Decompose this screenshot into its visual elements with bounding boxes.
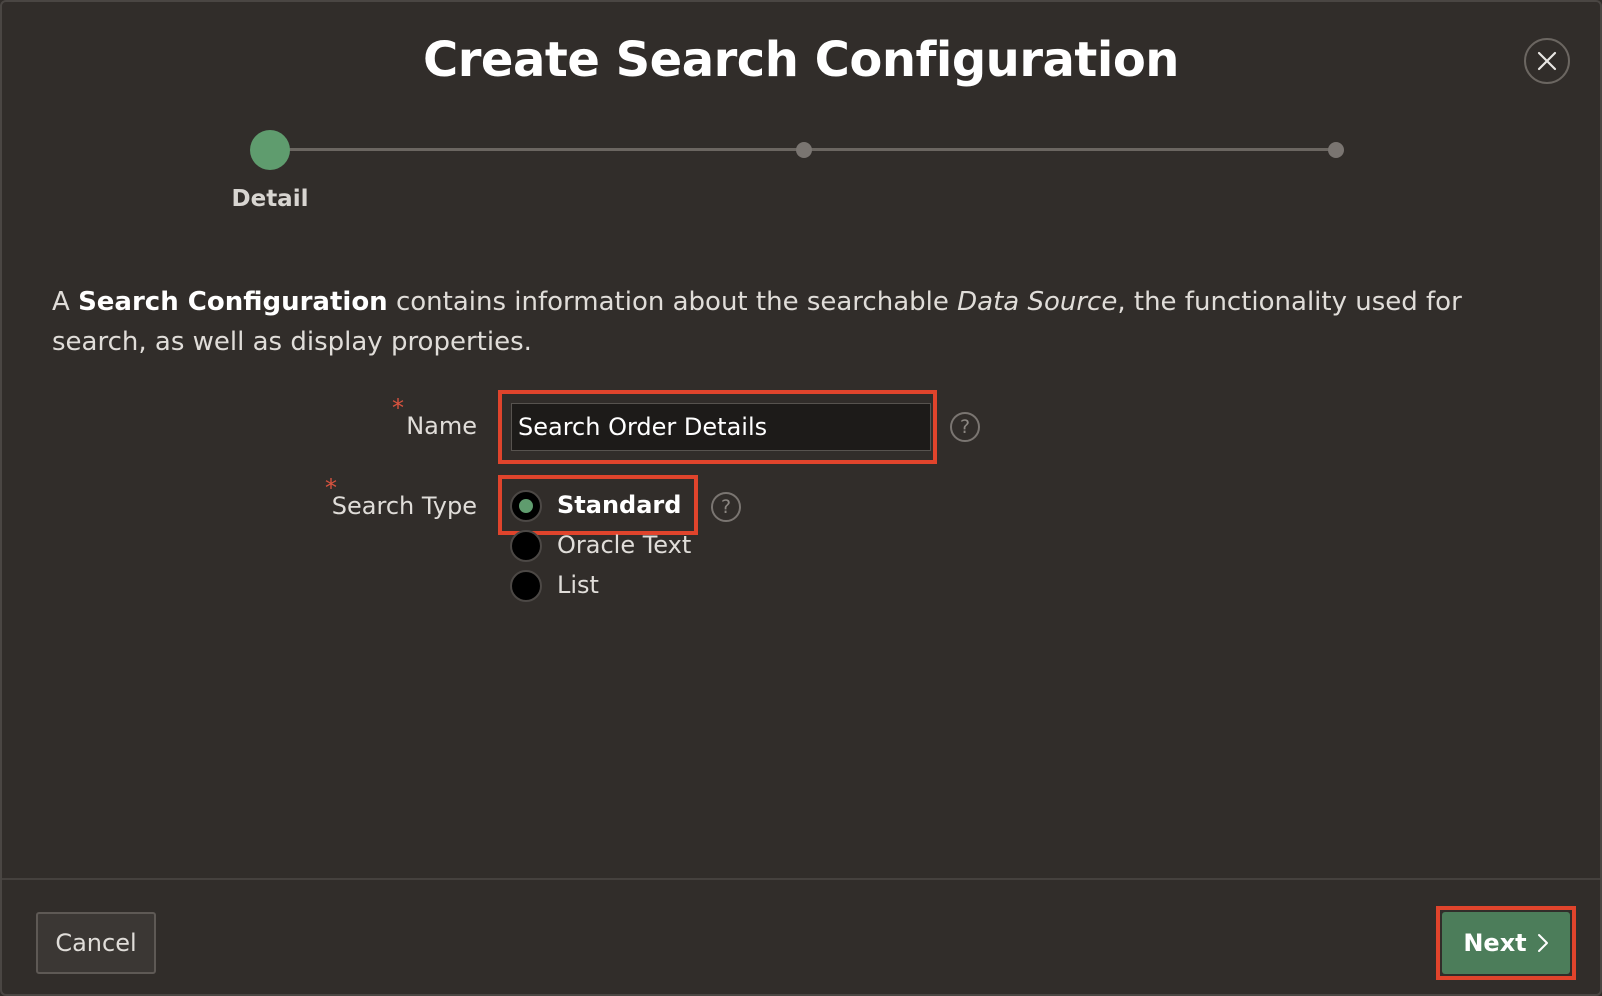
wizard-step-2: [796, 142, 812, 158]
radio-oracle-text[interactable]: [510, 530, 542, 562]
description-part: A: [52, 287, 79, 317]
create-search-configuration-dialog: Create Search Configuration Detail A Sea…: [0, 0, 1602, 996]
chevron-right-icon: [1537, 934, 1548, 952]
next-button-label: Next: [1463, 929, 1527, 957]
description-italic: Data Source: [957, 287, 1118, 317]
dialog-title: Create Search Configuration: [423, 32, 1179, 88]
radio-list-label[interactable]: List: [557, 571, 599, 599]
footer-divider: [2, 878, 1600, 880]
name-label: Name: [406, 412, 477, 440]
name-help-icon[interactable]: ?: [950, 412, 980, 442]
description-part: contains information about the searchabl…: [387, 287, 958, 317]
radio-oracle-text-label[interactable]: Oracle Text: [557, 531, 691, 559]
search-type-help-icon[interactable]: ?: [711, 492, 741, 522]
wizard-step-detail: [250, 130, 290, 170]
wizard-progress: Detail: [2, 128, 1602, 228]
name-input[interactable]: [511, 403, 931, 451]
next-button[interactable]: Next: [1442, 912, 1570, 974]
description-text: A Search Configuration contains informat…: [52, 282, 1552, 362]
close-button[interactable]: [1524, 38, 1570, 84]
radio-list[interactable]: [510, 570, 542, 602]
radio-standard-label[interactable]: Standard: [557, 491, 681, 519]
description-bold: Search Configuration: [78, 287, 388, 317]
radio-selected-dot: [519, 499, 533, 513]
wizard-step-3: [1328, 142, 1344, 158]
close-icon: [1537, 51, 1557, 71]
cancel-button[interactable]: Cancel: [36, 912, 156, 974]
wizard-step-label: Detail: [231, 186, 309, 212]
radio-standard[interactable]: [510, 490, 542, 522]
search-type-label: Search Type: [331, 492, 477, 520]
